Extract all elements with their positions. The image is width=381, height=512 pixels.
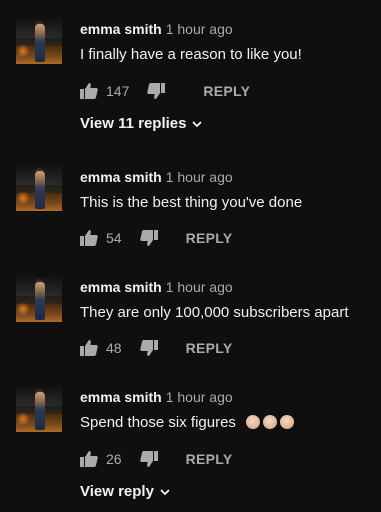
- timestamp[interactable]: 1 hour ago: [166, 389, 233, 405]
- clapping-hands-icon: [246, 415, 261, 429]
- comment-actions: 26 REPLY: [80, 450, 232, 468]
- thumbs-up-icon[interactable]: [80, 83, 98, 99]
- chevron-down-icon: [192, 120, 203, 127]
- thumbs-down-icon[interactable]: [139, 230, 158, 246]
- timestamp[interactable]: 1 hour ago: [166, 21, 233, 37]
- author-name[interactable]: emma smith: [80, 169, 162, 185]
- comment-actions: 48 REPLY: [80, 339, 232, 357]
- like-count: 26: [106, 451, 122, 467]
- timestamp[interactable]: 1 hour ago: [166, 169, 233, 185]
- avatar[interactable]: [16, 386, 62, 432]
- comment-actions: 147 REPLY: [80, 82, 250, 100]
- comment-header: emma smith 1 hour ago: [80, 389, 233, 405]
- view-replies-button[interactable]: View reply: [80, 483, 170, 500]
- thumbs-up-icon[interactable]: [80, 451, 98, 467]
- comment-header: emma smith 1 hour ago: [80, 279, 233, 295]
- avatar[interactable]: [16, 18, 62, 64]
- comment-actions: 54 REPLY: [80, 229, 232, 247]
- comment-header: emma smith 1 hour ago: [80, 21, 233, 37]
- view-replies-label: View 11 replies: [80, 115, 187, 132]
- comment-text: This is the best thing you've done: [80, 194, 303, 211]
- timestamp[interactable]: 1 hour ago: [166, 279, 233, 295]
- clapping-hands-icon: [263, 415, 278, 429]
- author-name[interactable]: emma smith: [80, 279, 162, 295]
- author-name[interactable]: emma smith: [80, 389, 162, 405]
- author-name[interactable]: emma smith: [80, 21, 162, 37]
- clapping-hands-icon: [280, 415, 295, 429]
- chevron-down-icon: [160, 488, 170, 495]
- comment-text: They are only 100,000 subscribers apart: [80, 304, 349, 321]
- view-replies-button[interactable]: View 11 replies: [80, 115, 203, 132]
- view-replies-label: View reply: [80, 483, 154, 500]
- thumbs-up-icon[interactable]: [80, 340, 98, 356]
- like-count: 147: [106, 83, 130, 99]
- reply-button[interactable]: REPLY: [186, 340, 233, 356]
- thumbs-up-icon[interactable]: [80, 230, 98, 246]
- comment-header: emma smith 1 hour ago: [80, 169, 233, 185]
- like-count: 54: [106, 230, 122, 246]
- avatar[interactable]: [16, 165, 62, 211]
- comment-text: Spend those six figures: [80, 414, 295, 431]
- like-count: 48: [106, 340, 122, 356]
- thumbs-down-icon[interactable]: [139, 340, 158, 356]
- avatar[interactable]: [16, 276, 62, 322]
- thumbs-down-icon[interactable]: [147, 83, 166, 99]
- reply-button[interactable]: REPLY: [186, 230, 233, 246]
- reply-button[interactable]: REPLY: [203, 83, 250, 99]
- comment-text: I finally have a reason to like you!: [80, 46, 302, 63]
- reply-button[interactable]: REPLY: [186, 451, 233, 467]
- comment-text-body: Spend those six figures: [80, 414, 236, 431]
- thumbs-down-icon[interactable]: [139, 451, 158, 467]
